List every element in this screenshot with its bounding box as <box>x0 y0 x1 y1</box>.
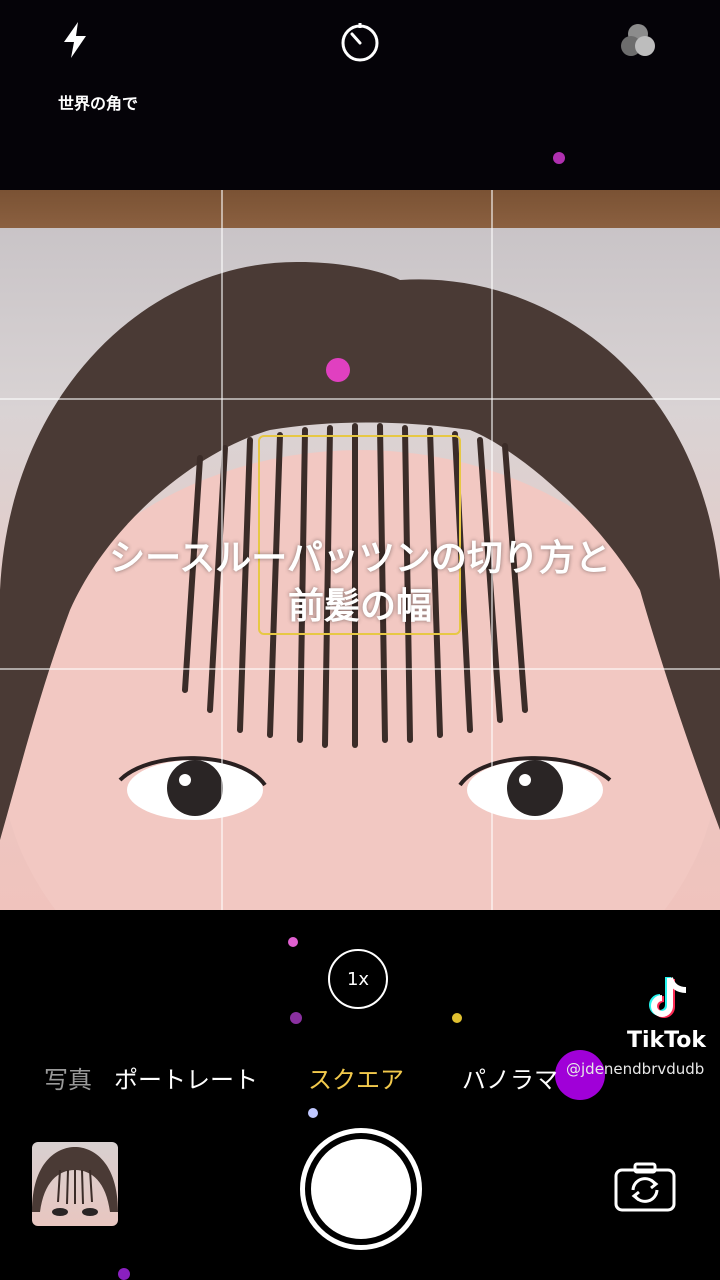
tiktok-username: @jdenendbrvdudb <box>566 1060 705 1078</box>
thumbnail-preview-image <box>32 1147 118 1216</box>
tiktok-brand: TikTok <box>627 1028 707 1053</box>
mode-panorama[interactable]: パノラマ <box>462 1060 558 1095</box>
tiktok-logo-icon <box>649 977 687 1018</box>
filters-icon[interactable] <box>616 20 660 64</box>
last-photo-thumbnail[interactable] <box>32 1142 118 1226</box>
grid-line <box>0 668 720 670</box>
video-caption: シースルーパッツンの切り方と 前髪の幅 <box>40 535 680 631</box>
sparkle <box>118 1268 130 1280</box>
sparkle <box>452 1013 462 1023</box>
flash-icon[interactable] <box>58 20 94 60</box>
song-title: 世界の角で <box>58 94 139 113</box>
camera-viewfinder[interactable]: シースルーパッツンの切り方と 前髪の幅 <box>0 190 720 910</box>
sparkle <box>290 1012 302 1024</box>
shutter-inner <box>311 1139 411 1239</box>
sparkle <box>308 1108 318 1118</box>
sparkle <box>288 937 298 947</box>
mode-portrait[interactable]: ポートレート <box>114 1060 258 1095</box>
zoom-button[interactable]: 1x <box>328 949 388 1009</box>
sparkle <box>553 152 565 164</box>
top-bar: 世界の角で <box>0 0 720 190</box>
camera-rotate-icon[interactable] <box>613 1160 677 1214</box>
grid-line <box>0 398 720 400</box>
mode-photo[interactable]: 写真 <box>44 1060 92 1095</box>
caption-line-2: 前髪の幅 <box>287 586 432 627</box>
mode-square[interactable]: スクエア <box>308 1060 404 1095</box>
caption-line-1: シースルーパッツンの切り方と <box>109 538 611 579</box>
sparkle <box>326 358 350 382</box>
timer-icon[interactable] <box>338 20 382 64</box>
shutter-button[interactable] <box>300 1128 422 1250</box>
